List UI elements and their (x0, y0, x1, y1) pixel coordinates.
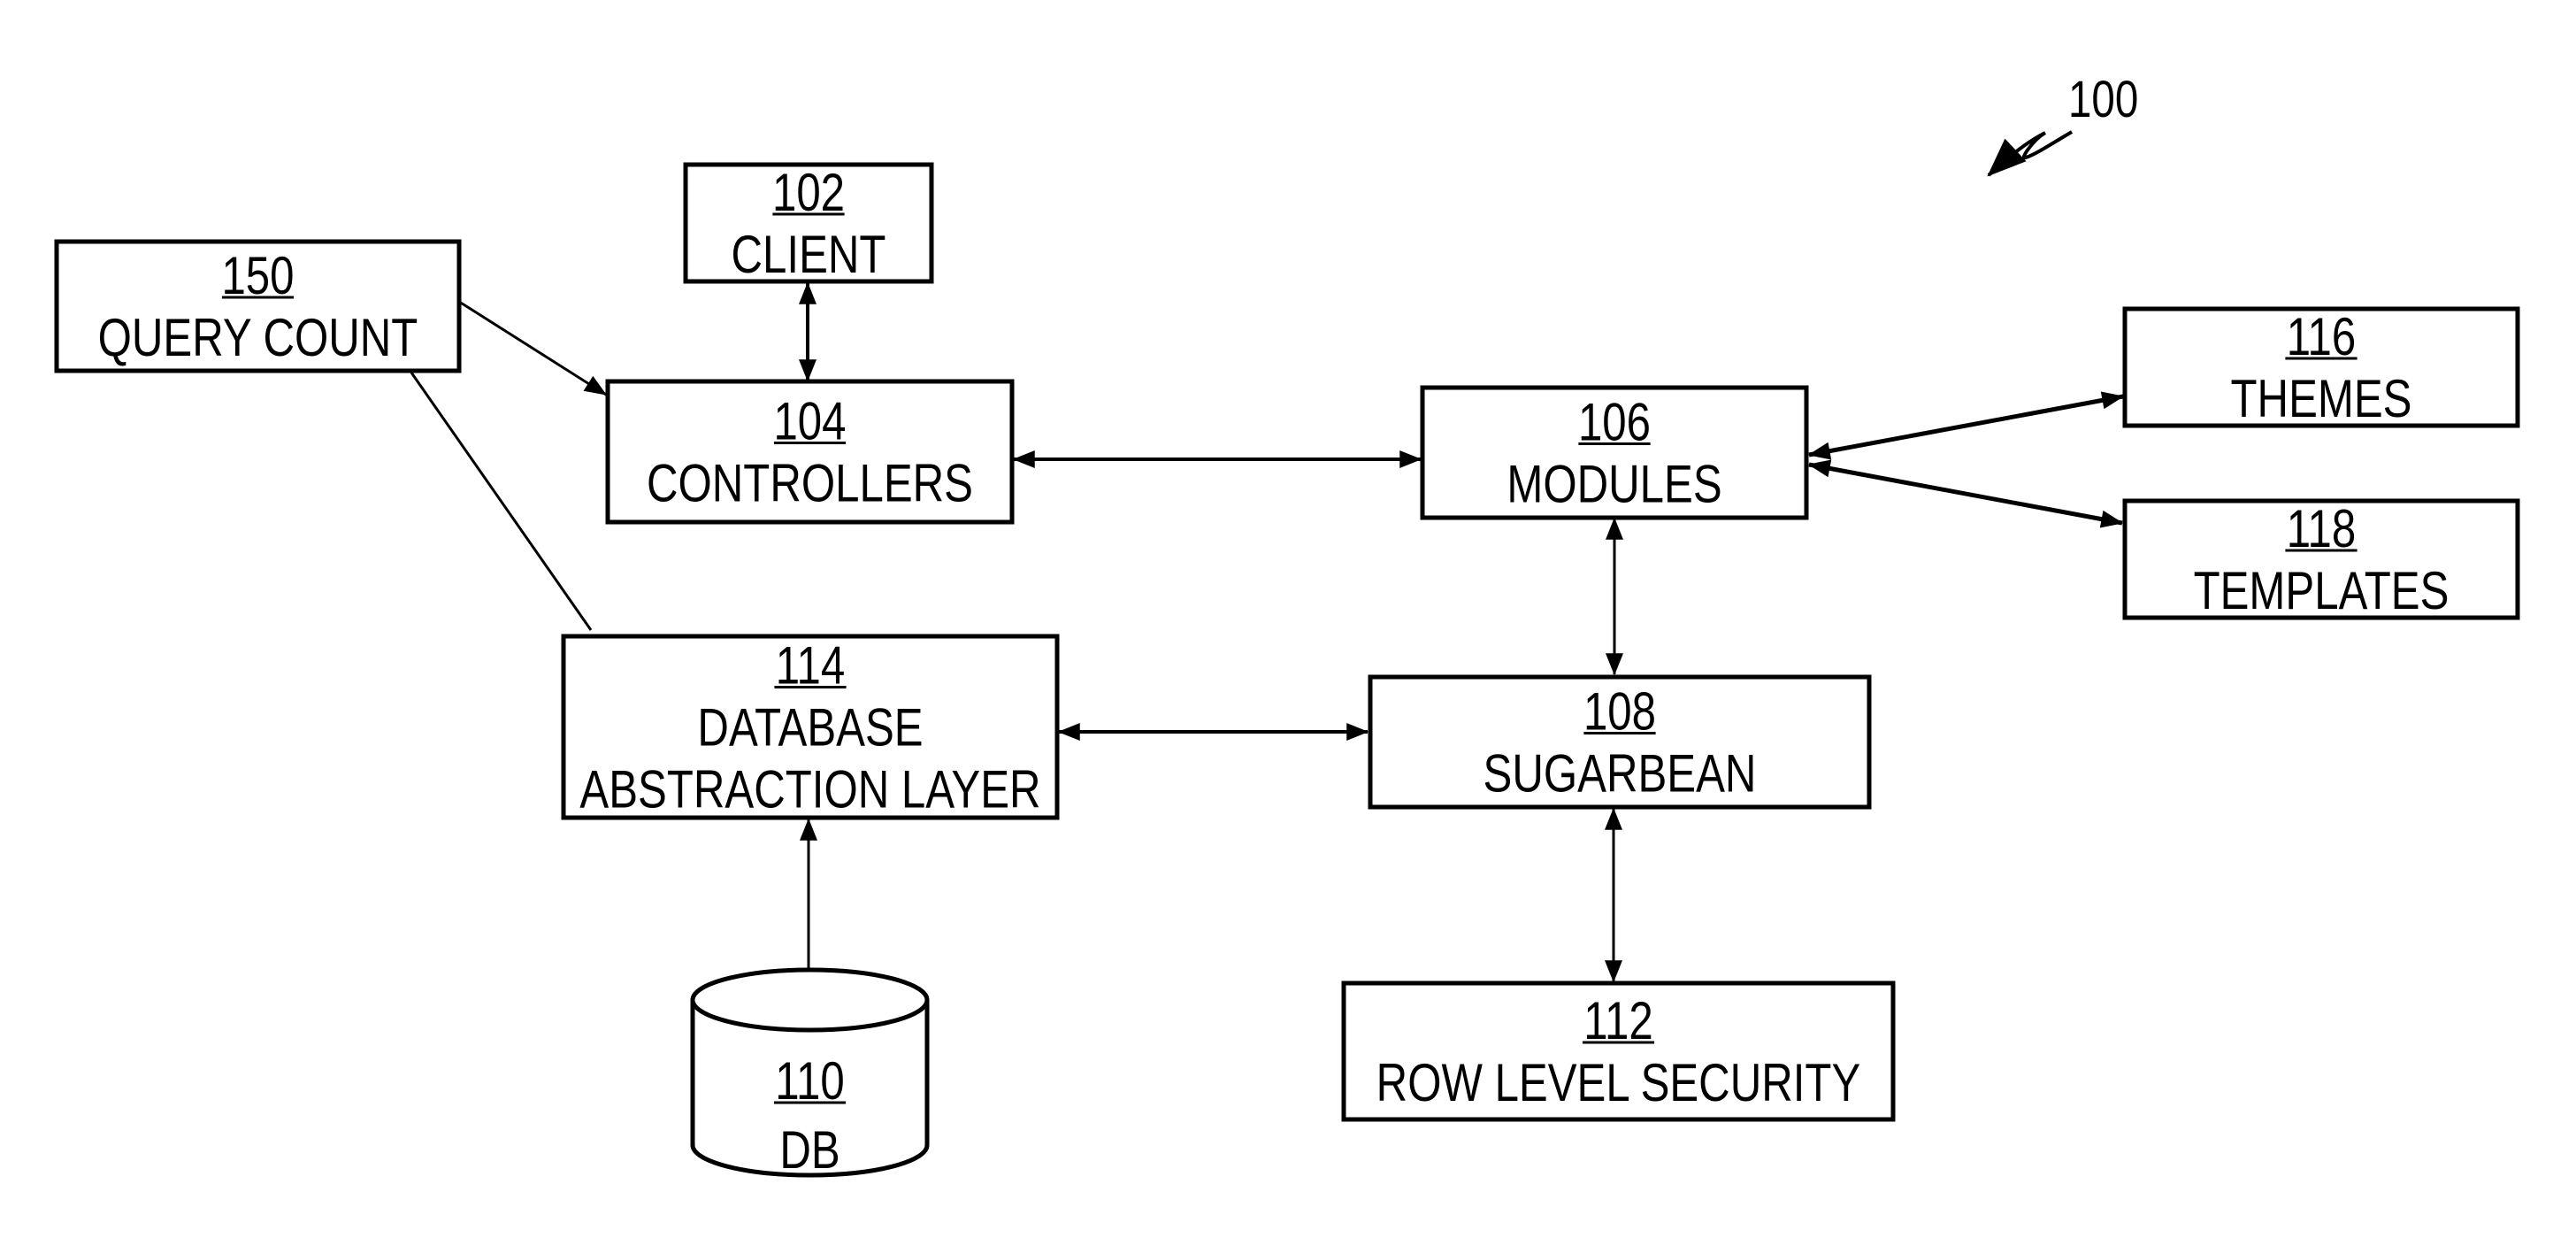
node-db: 110DB (690, 967, 930, 1180)
node-modules: 106MODULES (1420, 385, 1809, 520)
nodes: 150QUERY COUNT 102CLIENT 104CONTROLLERS 106… (54, 162, 2520, 1180)
node-client-label: CLIENT (732, 224, 886, 284)
node-templates-label: TEMPLATES (2194, 560, 2450, 620)
edge-modules-themes (1807, 391, 2125, 460)
node-db-label: DB (779, 1119, 840, 1180)
node-client: 102CLIENT (683, 162, 934, 284)
edge-querycount-dal (410, 372, 593, 631)
node-themes-label: THEMES (2231, 368, 2412, 428)
cylinder-top (690, 967, 930, 1033)
node-database-abstraction-layer: 114DATABASEABSTRACTION LAYER (561, 634, 1060, 820)
node-sugarbean: 108SUGARBEAN (1368, 674, 1872, 810)
node-controllers-label: CONTROLLERS (647, 453, 973, 513)
node-database-abstraction-layer-label: ABSTRACTION LAYER (579, 759, 1040, 819)
node-query-count: 150QUERY COUNT (54, 239, 462, 373)
node-sugarbean-label: SUGARBEAN (1484, 743, 1757, 804)
node-row-level-security: 112ROW LEVEL SECURITY (1341, 980, 1896, 1122)
figure-reference-number: 100 (2068, 72, 2138, 129)
edge-modules-templates (1807, 459, 2124, 528)
figure-reference: 100 (1987, 72, 2138, 177)
node-query-count-label: QUERY COUNT (98, 307, 418, 367)
node-themes: 116THEMES (2122, 306, 2520, 428)
architecture-diagram: 100 150QUERY COUNT 102CLIENT 104CONTROLLER… (54, 72, 2520, 1180)
figure-reference-squiggle-arrow (1987, 130, 2074, 177)
node-controllers: 104CONTROLLERS (605, 379, 1015, 525)
node-templates: 118TEMPLATES (2122, 498, 2520, 620)
edge-querycount-controllers (456, 298, 608, 396)
node-database-abstraction-layer-label: DATABASE (697, 697, 923, 757)
node-row-level-security-label: ROW LEVEL SECURITY (1376, 1052, 1861, 1112)
node-modules-label: MODULES (1506, 454, 1721, 514)
